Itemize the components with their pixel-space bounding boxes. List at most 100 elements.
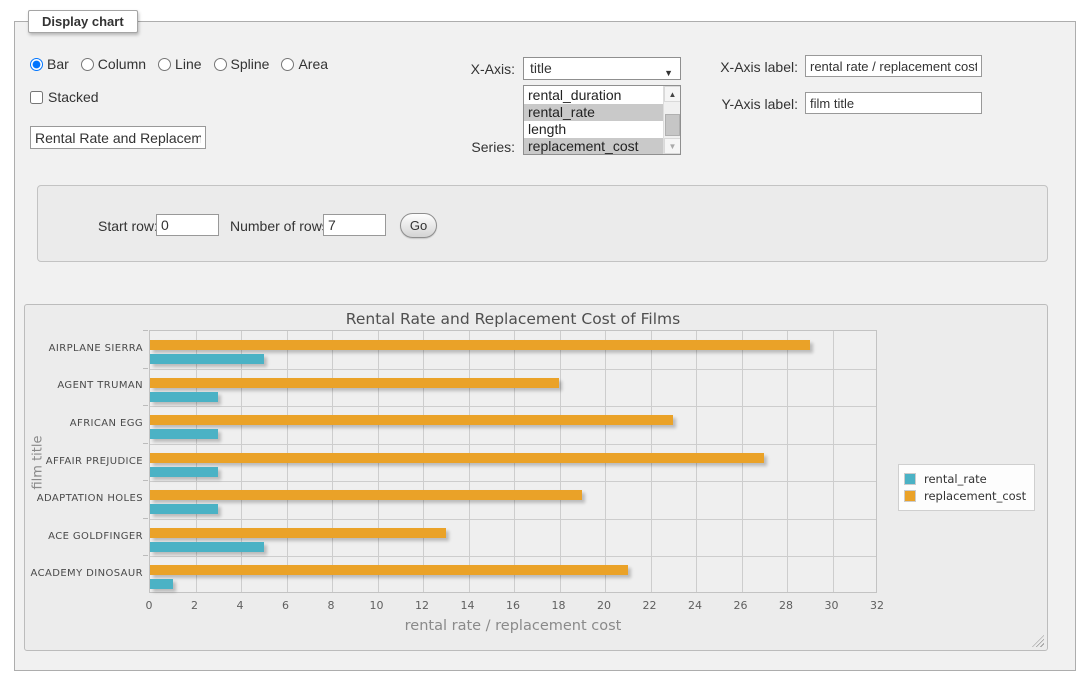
num-rows-input[interactable] <box>323 214 386 236</box>
category-label: ADAPTATION HOLES <box>25 493 143 504</box>
x-tick-label: 6 <box>266 599 306 612</box>
bar-replacement_cost <box>150 565 628 575</box>
legend-swatch-replacement_cost <box>904 490 916 502</box>
gridline-horizontal <box>150 519 876 520</box>
plot-area <box>149 330 877 593</box>
stacked-checkbox-row: Stacked <box>30 89 99 105</box>
series-options: rental_durationrental_ratelengthreplacem… <box>524 87 663 155</box>
x-tick-label: 24 <box>675 599 715 612</box>
x-axis-label-input[interactable] <box>805 55 982 77</box>
y-tick-mark <box>143 405 148 406</box>
x-tick-label: 16 <box>493 599 533 612</box>
bar-rental_rate <box>150 429 218 439</box>
chevron-down-icon: ▼ <box>664 63 673 84</box>
stacked-checkbox[interactable] <box>30 91 43 104</box>
chart-type-radio-bar[interactable] <box>30 58 43 71</box>
y-axis-label-input[interactable] <box>805 92 982 114</box>
chart-panel: Rental Rate and Replacement Cost of Film… <box>24 304 1048 651</box>
scroll-up-icon[interactable]: ▲ <box>664 86 681 102</box>
chart-type-radio-spline[interactable] <box>214 58 227 71</box>
category-label: AGENT TRUMAN <box>25 380 143 391</box>
scroll-down-icon[interactable]: ▼ <box>664 138 681 154</box>
bar-replacement_cost <box>150 528 446 538</box>
x-axis-select[interactable]: title ▼ <box>523 57 681 80</box>
legend-label: rental_rate <box>924 472 987 486</box>
x-tick-label: 10 <box>357 599 397 612</box>
y-tick-mark <box>143 518 148 519</box>
chart-title-input[interactable] <box>30 126 206 149</box>
go-button[interactable]: Go <box>400 213 437 238</box>
scrollbar-thumb[interactable] <box>665 114 680 136</box>
resize-handle-icon[interactable] <box>1032 635 1044 647</box>
chart-type-radio-column[interactable] <box>81 58 94 71</box>
x-axis-label-field-label: X-Axis label: <box>700 59 798 75</box>
chart-type-radio-area[interactable] <box>281 58 294 71</box>
x-tick-label: 12 <box>402 599 442 612</box>
chart-type-label: Line <box>175 56 201 72</box>
bar-rental_rate <box>150 504 218 514</box>
chart-title: Rental Rate and Replacement Cost of Film… <box>149 310 877 328</box>
chart-type-radio-group: Bar Column Line Spline Area <box>30 56 340 72</box>
chart-type-label: Spline <box>231 56 270 72</box>
x-tick-label: 20 <box>584 599 624 612</box>
bar-replacement_cost <box>150 490 582 500</box>
chart-type-label: Bar <box>47 56 69 72</box>
gridline-vertical <box>787 331 788 592</box>
x-tick-label: 18 <box>539 599 579 612</box>
y-tick-mark <box>143 368 148 369</box>
legend-item: rental_rate <box>904 472 1026 486</box>
series-option-replacement_cost[interactable]: replacement_cost <box>524 138 663 155</box>
x-tick-label: 0 <box>129 599 169 612</box>
legend-item: replacement_cost <box>904 489 1026 503</box>
bar-replacement_cost <box>150 453 764 463</box>
y-tick-mark <box>143 480 148 481</box>
num-rows-label: Number of rows: <box>230 218 333 234</box>
series-option-rental_rate[interactable]: rental_rate <box>524 104 663 121</box>
x-tick-label: 2 <box>175 599 215 612</box>
x-tick-label: 8 <box>311 599 351 612</box>
y-tick-mark <box>143 555 148 556</box>
category-label: AIRPLANE SIERRA <box>25 343 143 354</box>
gridline-horizontal <box>150 406 876 407</box>
series-select-scrollbar[interactable]: ▲ ▼ <box>663 86 680 154</box>
category-label: ACADEMY DINOSAUR <box>25 568 143 579</box>
bar-rental_rate <box>150 467 218 477</box>
y-axis-label-field-label: Y-Axis label: <box>700 96 798 112</box>
x-tick-label: 26 <box>721 599 761 612</box>
chart-type-label: Column <box>98 56 146 72</box>
bar-rental_rate <box>150 354 264 364</box>
fieldset-legend: Display chart <box>28 10 138 33</box>
series-select-label: Series: <box>440 139 515 155</box>
bar-replacement_cost <box>150 340 810 350</box>
legend-swatch-rental_rate <box>904 473 916 485</box>
chart-type-radio-line[interactable] <box>158 58 171 71</box>
gridline-horizontal <box>150 444 876 445</box>
x-axis-selected-value: title <box>530 60 552 76</box>
category-label: AFRICAN EGG <box>25 418 143 429</box>
bar-replacement_cost <box>150 378 559 388</box>
y-tick-mark <box>143 443 148 444</box>
x-tick-label: 14 <box>448 599 488 612</box>
start-row-input[interactable] <box>156 214 219 236</box>
y-tick-mark <box>143 330 148 331</box>
category-label: ACE GOLDFINGER <box>25 531 143 542</box>
gridline-horizontal <box>150 481 876 482</box>
series-multiselect[interactable]: rental_durationrental_ratelengthreplacem… <box>523 85 681 155</box>
gridline-horizontal <box>150 556 876 557</box>
x-tick-label: 22 <box>630 599 670 612</box>
series-option-length[interactable]: length <box>524 121 663 138</box>
stacked-label: Stacked <box>48 89 99 105</box>
x-tick-label: 30 <box>812 599 852 612</box>
rows-panel: Start row: Number of rows: Go <box>37 185 1048 262</box>
x-tick-label: 4 <box>220 599 260 612</box>
x-axis-select-label: X-Axis: <box>440 61 515 77</box>
page: Display chart Bar Column Line Spline Area St… <box>0 0 1081 681</box>
x-tick-label: 32 <box>857 599 897 612</box>
series-option-rental_duration[interactable]: rental_duration <box>524 87 663 104</box>
x-axis-title: rental rate / replacement cost <box>149 618 877 634</box>
start-row-label: Start row: <box>98 218 158 234</box>
bar-rental_rate <box>150 392 218 402</box>
chart-type-label: Area <box>298 56 328 72</box>
legend-label: replacement_cost <box>924 489 1026 503</box>
chart-legend: rental_rate replacement_cost <box>898 464 1035 511</box>
